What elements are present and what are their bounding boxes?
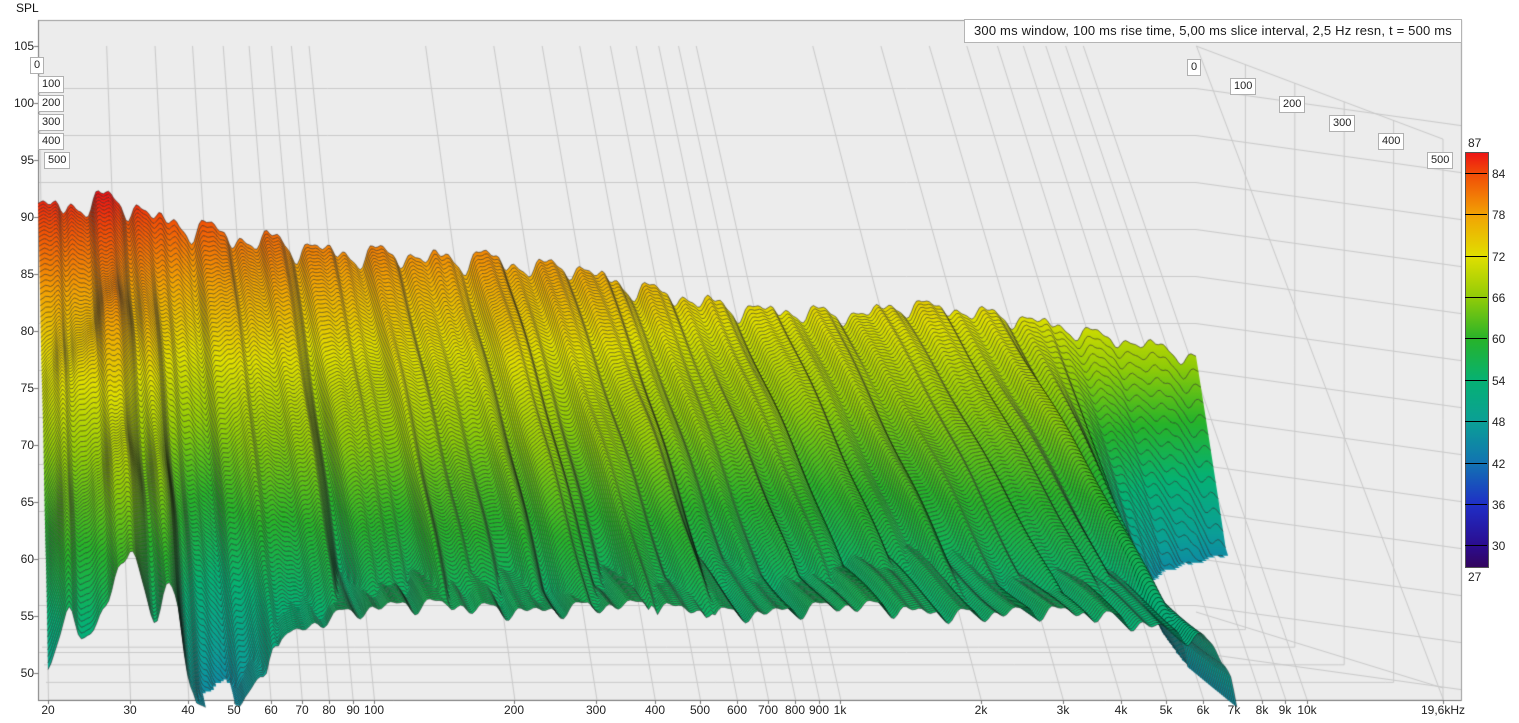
- colorbar-tick-line: [1465, 545, 1487, 546]
- freq-tick-label: 60: [264, 703, 278, 717]
- colorbar-min-label: 27: [1468, 570, 1482, 584]
- freq-tick-label: 7k: [1227, 703, 1241, 717]
- freq-tick-label: 5k: [1159, 703, 1173, 717]
- freq-tick-label: 100: [363, 703, 385, 717]
- colorbar-tick-line: [1465, 214, 1487, 215]
- colorbar-tick-line: [1465, 256, 1487, 257]
- time-label-left: 400: [38, 133, 65, 150]
- spl-tick-label: 95: [20, 153, 34, 167]
- freq-tick-label: 80: [322, 703, 336, 717]
- spl-tick-label: 90: [20, 210, 34, 224]
- spl-tick-label: 60: [20, 552, 34, 566]
- spl-tick-label: 75: [20, 381, 34, 395]
- time-label-right: 300: [1329, 115, 1356, 132]
- colorbar-tick-label: 84: [1492, 167, 1506, 181]
- colorbar-tick-label: 48: [1492, 415, 1506, 429]
- freq-tick-label: 500: [689, 703, 711, 717]
- spl-tick-label: 70: [20, 438, 34, 452]
- colorbar: 87 27 84 78 72 66 60 54 48 42 36 30: [1465, 136, 1519, 584]
- time-label-right: 200: [1279, 96, 1306, 113]
- freq-tick-label: 700: [757, 703, 779, 717]
- freq-tick-label: 19,6kHz: [1420, 703, 1466, 717]
- time-label-left: 500: [44, 152, 71, 169]
- spl-tick-label: 55: [20, 609, 34, 623]
- spl-tick-label: 80: [20, 324, 34, 338]
- freq-tick-label: 200: [503, 703, 525, 717]
- freq-tick-label: 30: [123, 703, 137, 717]
- freq-tick-label: 2k: [974, 703, 988, 717]
- colorbar-tick-label: 42: [1492, 457, 1506, 471]
- spl-tick-label: 85: [20, 267, 34, 281]
- freq-tick-label: 50: [227, 703, 241, 717]
- colorbar-tick-line: [1465, 173, 1487, 174]
- colorbar-tick-label: 30: [1492, 539, 1506, 553]
- colorbar-tick-label: 54: [1492, 374, 1506, 388]
- spl-axis-title: SPL: [16, 1, 39, 15]
- freq-tick-label: 8k: [1255, 703, 1269, 717]
- colorbar-tick-label: 36: [1492, 498, 1506, 512]
- colorbar-tick-line: [1465, 297, 1487, 298]
- freq-tick-label: 800: [784, 703, 806, 717]
- freq-tick-label: 3k: [1056, 703, 1070, 717]
- spl-tick-label: 100: [13, 96, 34, 110]
- time-label-right: 0: [1187, 59, 1202, 76]
- freq-tick-label: 600: [726, 703, 748, 717]
- colorbar-tick-line: [1465, 338, 1487, 339]
- freq-tick-label: 9k: [1278, 703, 1292, 717]
- time-label-right: 500: [1427, 152, 1454, 169]
- freq-tick-label: 6k: [1196, 703, 1210, 717]
- time-label-left: 100: [38, 76, 65, 93]
- colorbar-tick-line: [1465, 463, 1487, 464]
- colorbar-tick-label: 72: [1492, 250, 1506, 264]
- spl-tick-label: 105: [13, 39, 34, 53]
- spl-tick-label: 65: [20, 495, 34, 509]
- time-label-right: 100: [1230, 78, 1257, 95]
- spl-tick-label: 50: [20, 666, 34, 680]
- freq-tick-label: 1k: [833, 703, 847, 717]
- freq-tick-label: 70: [295, 703, 309, 717]
- freq-tick-label: 20: [41, 703, 55, 717]
- freq-tick-label: 400: [644, 703, 666, 717]
- freq-tick-label: 40: [181, 703, 195, 717]
- time-label-left: 300: [38, 114, 65, 131]
- time-label-left: 0: [30, 57, 45, 74]
- colorbar-max-label: 87: [1468, 136, 1482, 150]
- colorbar-tick-label: 66: [1492, 291, 1506, 305]
- freq-tick-label: 300: [585, 703, 607, 717]
- graph-settings-box: 300 ms window, 100 ms rise time, 5,00 ms…: [963, 19, 1462, 43]
- colorbar-tick-label: 78: [1492, 208, 1506, 222]
- colorbar-tick-label: 60: [1492, 332, 1506, 346]
- freq-tick-label: 900: [808, 703, 830, 717]
- freq-tick-label: 90: [346, 703, 360, 717]
- time-label-right: 400: [1378, 133, 1405, 150]
- colorbar-tick-line: [1465, 380, 1487, 381]
- time-label-left: 200: [38, 95, 65, 112]
- freq-tick-label: 10k: [1297, 703, 1317, 717]
- colorbar-tick-line: [1465, 421, 1487, 422]
- freq-tick-label: 4k: [1114, 703, 1128, 717]
- colorbar-tick-line: [1465, 504, 1487, 505]
- waterfall-window: SPL 300 ms window, 100 ms rise time, 5,0…: [0, 0, 1519, 723]
